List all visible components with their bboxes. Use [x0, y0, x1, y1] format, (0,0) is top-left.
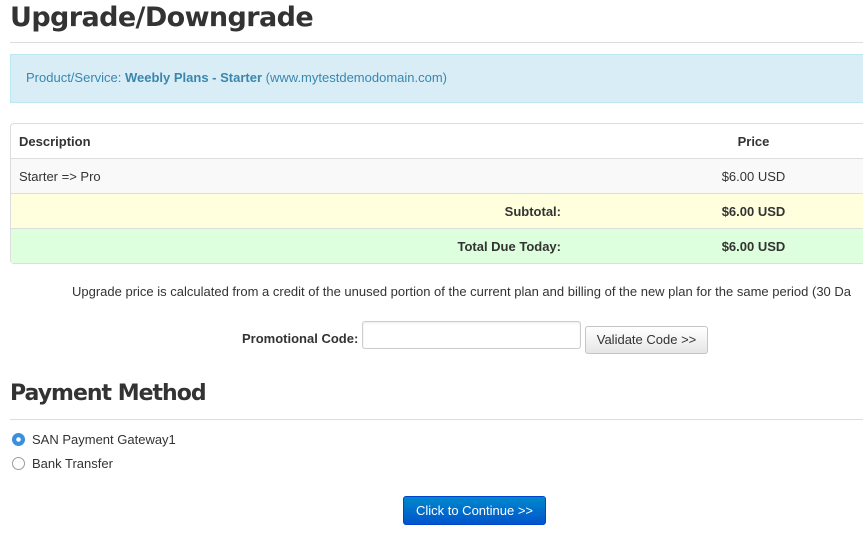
payment-divider — [10, 419, 863, 420]
product-name: Weebly Plans - Starter — [125, 70, 263, 85]
subtotal-value: $6.00 USD — [721, 204, 786, 219]
price-header: Price — [737, 134, 770, 149]
product-domain: (www.mytestdemodomain.com) — [265, 70, 447, 85]
payment-option-bank-transfer[interactable]: Bank Transfer — [12, 456, 113, 471]
title-divider — [10, 42, 863, 43]
payment-option-label: SAN Payment Gateway1 — [32, 432, 176, 447]
total-row: Total Due Today: $6.00 USD — [11, 228, 863, 263]
radio-button-checked[interactable] — [12, 433, 25, 446]
page-title: Upgrade/Downgrade — [10, 2, 314, 33]
payment-option-san-gateway[interactable]: SAN Payment Gateway1 — [12, 432, 176, 447]
validate-code-button[interactable]: Validate Code >> — [585, 326, 708, 354]
payment-method-title: Payment Method — [10, 381, 207, 406]
product-info-alert: Product/Service: Weebly Plans - Starter … — [10, 54, 863, 103]
order-summary-table: Description Price Starter => Pro $6.00 U… — [10, 123, 863, 264]
total-label: Total Due Today: — [457, 239, 561, 254]
subtotal-row: Subtotal: $6.00 USD — [11, 193, 863, 228]
table-header-row: Description Price — [11, 124, 863, 158]
table-row: Starter => Pro $6.00 USD — [11, 158, 863, 193]
radio-button[interactable] — [12, 457, 25, 470]
total-value: $6.00 USD — [721, 239, 786, 254]
promo-code-label: Promotional Code: — [242, 331, 359, 346]
item-price: $6.00 USD — [721, 169, 786, 184]
description-header: Description — [19, 134, 91, 149]
subtotal-label: Subtotal: — [504, 204, 561, 219]
continue-button[interactable]: Click to Continue >> — [403, 496, 546, 525]
payment-option-label: Bank Transfer — [32, 456, 113, 471]
item-description: Starter => Pro — [19, 169, 101, 184]
product-label: Product/Service: — [26, 70, 122, 85]
promo-code-input[interactable] — [362, 321, 581, 349]
upgrade-price-note: Upgrade price is calculated from a credi… — [72, 284, 852, 299]
